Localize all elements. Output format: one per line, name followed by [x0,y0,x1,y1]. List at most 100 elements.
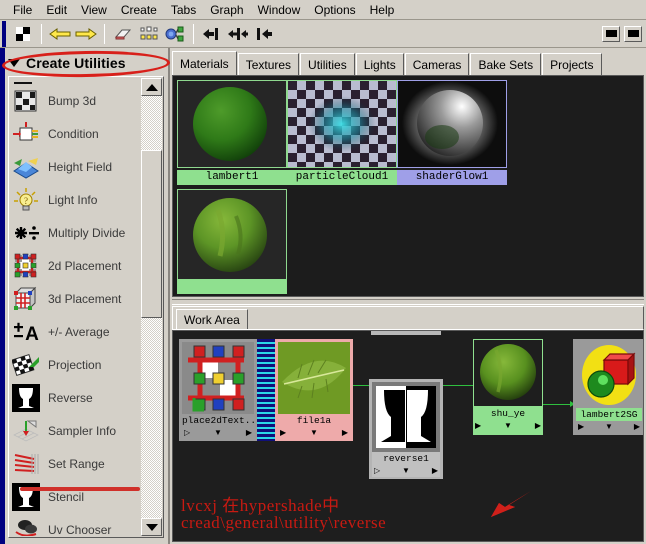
swatch-thumbnail [177,80,287,168]
list-item-2d-placement[interactable]: 2d Placement [10,249,142,282]
list-item-set-range[interactable]: Set Range [10,447,142,480]
tab-textures[interactable]: Textures [237,53,300,75]
list-item-stencil[interactable]: Stencil [10,480,142,513]
red-arrow-icon [489,491,533,517]
list-item-3d-placement[interactable]: 3d Placement [10,282,142,315]
node-thumbnail [576,342,642,408]
tab-projects[interactable]: Projects [542,53,602,75]
node-expand-arrow-icon[interactable]: ▼ [605,421,613,433]
menu-window[interactable]: Window [251,1,308,19]
swatch-lambert1[interactable]: lambert1 [177,80,287,185]
list-item-light-info[interactable]: ? Light Info [10,183,142,216]
node-output-arrow-icon[interactable]: ▶ [432,465,438,477]
utilities-scrollbar[interactable] [141,78,162,536]
node-controls[interactable]: ▷ ▼ ▶ [182,427,254,439]
tab-cameras[interactable]: Cameras [404,53,470,75]
scroll-up-button[interactable] [141,78,162,96]
maximize-button[interactable] [624,25,642,42]
swatch-shaderGlow1[interactable]: shaderGlow1 [397,80,507,185]
graph-scroll-indicator[interactable] [371,331,441,335]
menu-edit[interactable]: Edit [39,1,74,19]
node-input-arrow-icon[interactable]: ▶ [578,421,584,433]
list-item-reverse[interactable]: Reverse [10,381,142,414]
node-input-arrow-icon[interactable]: ▷ [374,465,380,477]
node-reverse1[interactable]: reverse1 ▷ ▼ ▶ [369,379,443,479]
list-item-projection[interactable]: Projection [10,348,142,381]
swatch-row-1: lambert1 particleCloud1 shaderGlow1 [177,80,507,185]
tab-bake-sets[interactable]: Bake Sets [470,53,542,75]
input-connections-icon[interactable] [199,22,225,46]
node-output-arrow-icon[interactable]: ▶ [342,427,348,439]
list-item-multiply-divide[interactable]: Multiply Divide [10,216,142,249]
utilities-list-items: Bump 3d Condition Height Field ? Light I… [10,78,142,536]
node-output-arrow-icon[interactable]: ▶ [634,421,640,433]
node-expand-arrow-icon[interactable]: ▼ [310,427,318,439]
pane-splitter[interactable] [172,299,644,305]
create-utilities-header[interactable]: Create Utilities [8,52,170,74]
list-item-label: Reverse [48,390,93,405]
node-input-arrow-icon[interactable]: ▷ [184,427,190,439]
menu-tabs[interactable]: Tabs [164,1,203,19]
multiply-divide-icon [12,219,40,247]
node-controls[interactable]: ▶ ▼ ▶ [278,427,350,439]
list-item-label: Projection [48,357,102,372]
menu-create[interactable]: Create [114,1,164,19]
work-area-graph[interactable]: place2dText... ▷ ▼ ▶ file1a ▶ ▼ ▶ revers… [172,330,644,542]
scrollbar-thumb[interactable] [141,150,162,318]
node-expand-arrow-icon[interactable]: ▼ [214,427,222,439]
node-controls[interactable]: ▶ ▼ ▶ [576,421,642,433]
list-item-sampler-info[interactable]: Sampler Info [10,414,142,447]
toolbar [0,20,646,48]
scroll-down-button[interactable] [141,518,162,536]
tab-materials[interactable]: Materials [172,51,237,75]
node-output-arrow-icon[interactable]: ▶ [535,420,541,432]
material-swatch-pane[interactable]: lambert1 particleCloud1 shaderGlow1 [172,75,644,297]
swatch-label: shaderGlow1 [397,170,507,185]
chevron-down-icon[interactable] [8,59,20,67]
sampler-info-icon [12,417,40,445]
checker-swatch-icon[interactable] [10,22,36,46]
tab-work-area[interactable]: Work Area [176,309,248,329]
swatch-row2-item1[interactable] [177,189,287,294]
toolbar-separator-1 [41,23,42,44]
toolbar-grip [2,20,6,47]
uv-chooser-icon [12,516,40,536]
output-connections-icon[interactable] [251,22,277,46]
input-output-connections-icon[interactable] [225,22,251,46]
grid-squares-icon[interactable] [136,22,162,46]
toolbar-separator-2 [104,23,105,44]
menu-graph[interactable]: Graph [203,1,250,19]
node-place2dtexture[interactable]: place2dText... ▷ ▼ ▶ [179,339,257,441]
node-label: shu_ye [473,407,543,420]
menu-help[interactable]: Help [363,1,402,19]
restore-button[interactable] [602,25,620,42]
list-item-height-field[interactable]: Height Field [10,150,142,183]
tab-utilities[interactable]: Utilities [300,53,355,75]
node-shu-ye[interactable]: shu_ye ▶ ▼ ▶ [473,339,543,435]
list-item-bump-3d[interactable]: Bump 3d [10,84,142,117]
node-input-arrow-icon[interactable]: ▶ [475,420,481,432]
node-output-arrow-icon[interactable]: ▶ [246,427,252,439]
node-expand-arrow-icon[interactable]: ▼ [504,420,512,432]
swatch-particleCloud1[interactable]: particleCloud1 [287,80,397,185]
swatch-row-2 [177,189,287,294]
tab-lights[interactable]: Lights [355,53,404,75]
menu-view[interactable]: View [74,1,114,19]
scroll-down-arrow-icon [145,523,158,531]
arrow-right-icon[interactable] [73,22,99,46]
node-controls[interactable]: ▶ ▼ ▶ [473,420,543,432]
node-controls[interactable]: ▷ ▼ ▶ [372,465,440,477]
list-item-plus-minus-average[interactable]: A +/- Average [10,315,142,348]
menu-options[interactable]: Options [307,1,362,19]
menu-file[interactable]: File [6,1,39,19]
node-file1a[interactable]: file1a ▶ ▼ ▶ [275,339,353,441]
list-item-label: 3d Placement [48,291,122,306]
list-item-condition[interactable]: Condition [10,117,142,150]
node-lambert2sg[interactable]: lambert2SG ▶ ▼ ▶ [573,339,643,435]
list-item-uv-chooser[interactable]: Uv Chooser [10,513,142,536]
network-graph-icon[interactable] [162,22,188,46]
node-expand-arrow-icon[interactable]: ▼ [402,465,410,477]
arrow-left-icon[interactable] [47,22,73,46]
eraser-icon[interactable] [110,22,136,46]
node-input-arrow-icon[interactable]: ▶ [280,427,286,439]
